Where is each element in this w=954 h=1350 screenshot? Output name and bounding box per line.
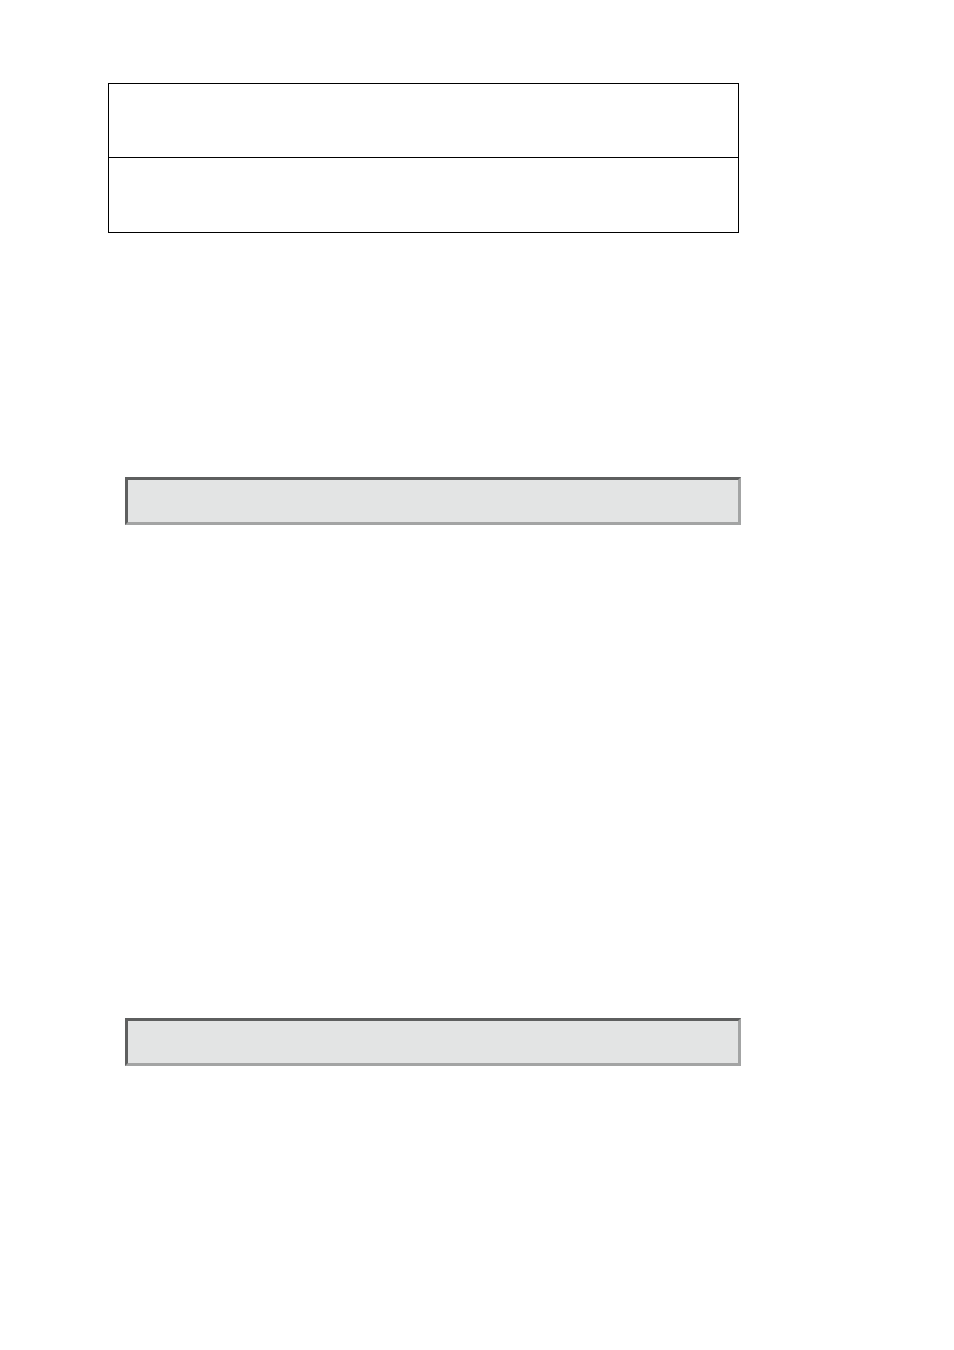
- code-block: [125, 1018, 741, 1066]
- code-block: [125, 477, 741, 525]
- table-row: [109, 84, 738, 158]
- two-row-table: [108, 83, 739, 233]
- table-row: [109, 158, 738, 232]
